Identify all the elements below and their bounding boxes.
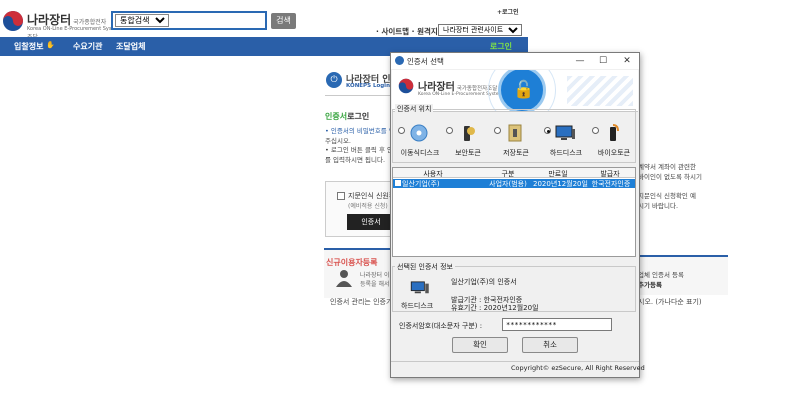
search-box[interactable]: 통합검색 — [111, 11, 267, 30]
location-hard-disk[interactable]: 하드디스크 — [542, 123, 590, 163]
dialog-titlebar[interactable]: 인증서 선택 — ☐ ✕ — [391, 53, 639, 69]
password-input[interactable] — [502, 318, 612, 331]
computer-icon — [410, 281, 429, 294]
storage-token-icon — [508, 124, 522, 142]
location-bio-token[interactable]: 바이오토큰 — [590, 123, 638, 163]
right-notes: 계약서 계좌이 관련한 바이인이 없도록 하시기 — [638, 163, 702, 181]
search-button[interactable]: 검색 — [271, 13, 296, 29]
divider — [325, 95, 391, 96]
location-security-token[interactable]: 보안토큰 — [444, 123, 492, 163]
biometric-label: 지문인식 신원확 — [348, 192, 396, 200]
col-issuer[interactable]: 발급자 — [585, 169, 635, 179]
related-sites-select[interactable]: 나라장터 관련사이트 — [438, 24, 522, 36]
password-label: 인증서암호(대소문자 구분) : — [399, 322, 483, 330]
dialog-app-icon — [395, 56, 404, 65]
security-token-icon — [464, 126, 475, 141]
cert-add-register-link[interactable]: 추가등록 — [638, 279, 662, 289]
top-login-link[interactable]: +로그인 — [497, 7, 519, 16]
cert-location-title: 인증서 위치 — [395, 104, 434, 114]
cancel-button[interactable]: 취소 — [522, 337, 578, 353]
new-user-section: 신규이용자등록 나라장터 이 등록을 해서 — [324, 248, 390, 298]
radio-storage-token[interactable] — [494, 127, 501, 134]
cert-list-table[interactable]: 사용자 구분 만료일 발급자 일산기업(주) 사업자(범용) 2020년12월2… — [392, 167, 636, 257]
password-row: 인증서암호(대소문자 구분) : — [392, 316, 636, 334]
radio-hard-disk[interactable] — [544, 127, 551, 134]
banner-decor-stripes — [567, 76, 633, 106]
ok-button[interactable]: 확인 — [452, 337, 508, 353]
selected-cert-title: 선택된 인증서 정보 — [395, 262, 455, 272]
copyright-text: Copyright© ezSecure, All Right Reserved — [511, 364, 645, 372]
biometric-checkbox[interactable] — [337, 192, 345, 200]
cert-row-icon — [395, 180, 401, 186]
biometric-box: 지문인식 신원확 (예비적용 신청) 인증서 — [325, 181, 396, 237]
site-logo[interactable]: 나라장터국가종합전자조달 Korea ON-Line E-Procurement… — [2, 10, 121, 41]
location-removable-disk[interactable]: 이동식디스크 — [396, 123, 444, 163]
table-header: 사용자 구분 만료일 발급자 — [393, 168, 635, 178]
user-icon — [336, 270, 352, 287]
cert-login-button[interactable]: 인증서 — [347, 214, 395, 230]
sitemap-remote-links[interactable]: · 사이트맵 · 원격지원 — [376, 26, 445, 37]
taegeuk-logo-icon — [3, 11, 23, 31]
disc-icon — [410, 124, 428, 142]
close-button[interactable]: ✕ — [616, 54, 638, 68]
logo-eng: Korea ON-Line E-Procurement System — [27, 26, 122, 32]
new-user-desc: 나라장터 이 등록을 해서 — [360, 272, 390, 288]
radio-removable-disk[interactable] — [398, 127, 405, 134]
lock-icon: 🔓 — [513, 80, 535, 100]
radio-bio-token[interactable] — [592, 127, 599, 134]
nav-bid-info[interactable]: 입찰정보 — [14, 41, 43, 52]
col-user[interactable]: 사용자 — [403, 169, 463, 179]
status-separator — [391, 361, 639, 362]
radio-security-token[interactable] — [446, 127, 453, 134]
cert-manage-note: 인증서 관리는 인증기관 — [330, 298, 399, 306]
location-storage-token[interactable]: 저장토큰 — [492, 123, 540, 163]
nav-login[interactable]: 로그인 — [490, 41, 512, 52]
biometric-sub: (예비적용 신청) — [348, 203, 388, 210]
right-notes-bio: 지문인식 신청확인 예 시기 바랍니다. — [638, 192, 696, 210]
search-scope-select[interactable]: 통합검색 — [115, 14, 169, 27]
dialog-title: 인증서 선택 — [407, 57, 444, 66]
logo-name: 나라장터 — [27, 13, 72, 27]
selected-device: 하드디스크 — [401, 302, 434, 310]
cert-login-heading: 인증서로그인 — [325, 112, 370, 121]
login-panel-subtitle: KONEPS Login — [346, 83, 390, 89]
table-row[interactable]: 일산기업(주) 사업자(범용) 2020년12월20일 한국전자인증 — [393, 179, 635, 188]
taegeuk-logo-icon — [398, 78, 414, 94]
minimize-button[interactable]: — — [569, 54, 591, 68]
col-type[interactable]: 구분 — [485, 169, 531, 179]
login-instructions: • 인증서의 비밀번호를 입 주십시오. • 로그인 버튼 클릭 후 인 를 입… — [325, 127, 390, 164]
utility-bar: · 사이트맵 · 원격지원 나라장터 관련사이트 — [376, 24, 526, 38]
maximize-button[interactable]: ☐ — [592, 54, 614, 68]
col-expiry[interactable]: 만료일 — [533, 169, 583, 179]
cert-register-section: 업체 인증서 등록 추가등록 — [638, 255, 728, 295]
power-icon: ⏻ — [326, 72, 342, 88]
bio-token-icon — [610, 124, 619, 141]
cert-manage-note-right: 시오. (가나다순 표기) — [638, 298, 702, 306]
selected-cert-expiry: 유효기간 : 2020년12월20일 — [451, 304, 539, 312]
new-user-title[interactable]: 신규이용자등록 — [326, 257, 378, 268]
nav-demand-agency[interactable]: 수요기관 — [73, 41, 102, 52]
hand-icon: ✋ — [46, 41, 55, 49]
selected-cert-name: 일산기업(주)의 인증서 — [451, 278, 517, 286]
computer-icon — [555, 125, 575, 140]
selected-cert-group: 하드디스크 일산기업(주)의 인증서 발급기관 : 한국전자인증 유효기간 : … — [392, 266, 636, 312]
nav-supplier[interactable]: 조달업체 — [116, 41, 145, 52]
cert-register-text: 업체 인증서 등록 — [638, 271, 684, 279]
